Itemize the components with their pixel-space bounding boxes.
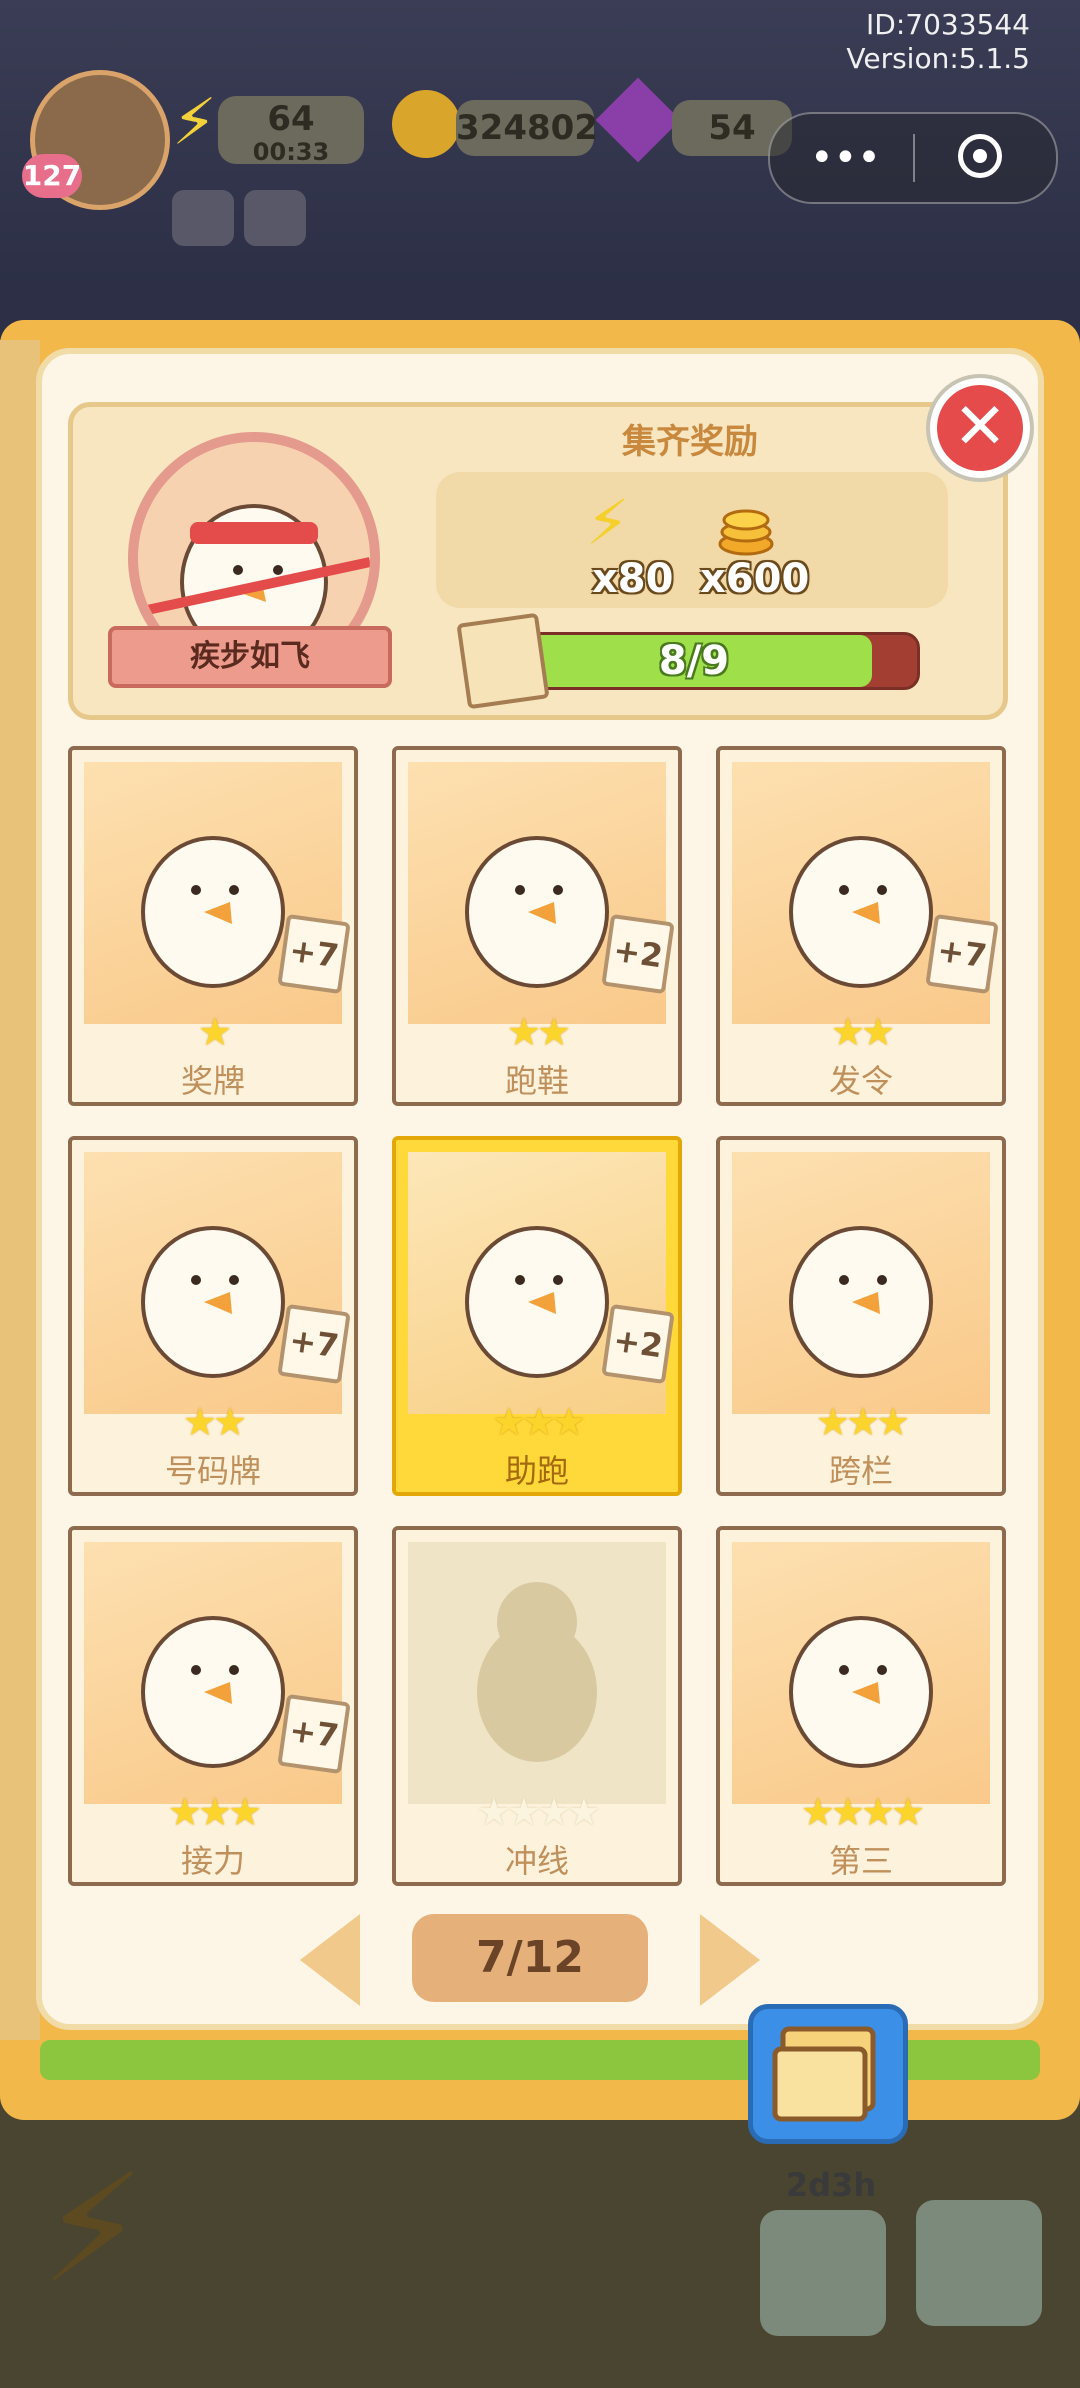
card-artwork — [732, 1542, 990, 1804]
collection-card[interactable]: ★★★★ 第三 — [716, 1526, 1006, 1886]
duplicate-count-badge: +2 — [601, 1303, 675, 1385]
photo-album-icon — [772, 2026, 876, 2122]
card-name: 发令 — [828, 1062, 893, 1100]
system-info: ID:7033544 Version:5.1.5 — [846, 8, 1030, 76]
album-icon-button[interactable] — [748, 2004, 908, 2144]
miniapp-capsule: ••• — [768, 112, 1058, 204]
collection-progress-text: 8/9 — [658, 638, 730, 684]
collection-card[interactable]: ★★★ 跨栏 — [716, 1136, 1006, 1496]
card-name: 跨栏 — [828, 1452, 893, 1490]
duck-silhouette-icon — [477, 1582, 597, 1762]
card-stars: ★★★ — [491, 1400, 586, 1444]
duplicate-count-badge: +7 — [925, 913, 999, 995]
collection-card[interactable]: ★★ 发令 +7 — [716, 746, 1006, 1106]
next-page-button[interactable] — [700, 1914, 760, 2006]
user-id: ID:7033544 — [866, 8, 1030, 41]
energy-icon: ⚡ — [172, 86, 217, 160]
bottom-friends-icon[interactable] — [916, 2200, 1042, 2326]
player-level: 127 — [22, 154, 82, 198]
prev-page-button[interactable] — [300, 1914, 360, 2006]
duplicate-count-badge: +7 — [277, 1303, 351, 1385]
card-name: 奖牌 — [180, 1062, 245, 1100]
card-name: 跑鞋 — [504, 1062, 569, 1100]
collection-name: 疾步如飞 — [108, 626, 392, 688]
collection-card[interactable]: ★★★ 接力 +7 — [68, 1526, 358, 1886]
mail-icon[interactable] — [244, 190, 306, 246]
reward-title: 集齐奖励 — [622, 422, 758, 462]
card-stars: ★★ — [506, 1010, 571, 1054]
version-text: Version:5.1.5 — [846, 42, 1030, 75]
energy-counter: 64 00:33 — [218, 96, 364, 164]
card-stars: ★★ — [830, 1010, 895, 1054]
card-stars: ★★★ — [815, 1400, 910, 1444]
settings-icon[interactable] — [172, 190, 234, 246]
coin-counter: 324802 — [456, 100, 598, 156]
collection-card[interactable]: ★★★★ 冲线 — [392, 1526, 682, 1886]
duplicate-count-badge: +7 — [277, 913, 351, 995]
close-miniapp-icon[interactable] — [958, 134, 1002, 178]
coin-stack-icon — [718, 509, 774, 556]
capsule-divider — [913, 134, 915, 182]
duplicate-count-badge: +7 — [277, 1693, 351, 1775]
duplicate-count-badge: +2 — [601, 913, 675, 995]
collection-card[interactable]: ★★ 号码牌 +7 — [68, 1136, 358, 1496]
energy-value: 64 — [267, 99, 315, 139]
card-artwork — [732, 1152, 990, 1414]
card-name: 接力 — [180, 1842, 245, 1880]
bottom-energy-icon[interactable]: ⚡ — [40, 2120, 240, 2340]
collection-card[interactable]: ★★★ 助跑 +2 — [392, 1136, 682, 1496]
reward-box: ⚡ x80 x600 — [436, 472, 948, 608]
close-button[interactable]: ✕ — [930, 378, 1030, 478]
book-spine — [0, 340, 40, 2040]
card-stars: ★★ — [182, 1400, 247, 1444]
collection-card[interactable]: ★ 奖牌 +7 — [68, 746, 358, 1106]
card-stars: ★★★ — [167, 1790, 262, 1834]
card-name: 号码牌 — [164, 1452, 261, 1490]
coin-icon — [392, 90, 460, 158]
lightning-icon: ⚡ — [586, 486, 630, 559]
reward-energy-label: x80 — [592, 556, 674, 602]
collection-card[interactable]: ★★ 跑鞋 +2 — [392, 746, 682, 1106]
card-illustration — [789, 1226, 933, 1378]
more-options-icon[interactable]: ••• — [810, 138, 881, 178]
coins-icon — [714, 498, 778, 556]
card-name: 冲线 — [504, 1842, 569, 1880]
reward-coins-label: x600 — [700, 556, 810, 602]
card-name: 助跑 — [504, 1452, 569, 1490]
bottom-card-pack-icon[interactable] — [760, 2210, 886, 2336]
locked-card-silhouette — [408, 1542, 666, 1804]
page-indicator: 7/12 — [412, 1914, 648, 2002]
card-illustration — [789, 1616, 933, 1768]
energy-timer: 00:33 — [252, 138, 330, 166]
card-name: 第三 — [828, 1842, 893, 1880]
card-stars: ★ — [197, 1010, 232, 1054]
card-stars: ★★★★ — [476, 1790, 601, 1834]
card-stars: ★★★★ — [800, 1790, 925, 1834]
bottom-timer: 2d3h — [785, 2166, 877, 2204]
